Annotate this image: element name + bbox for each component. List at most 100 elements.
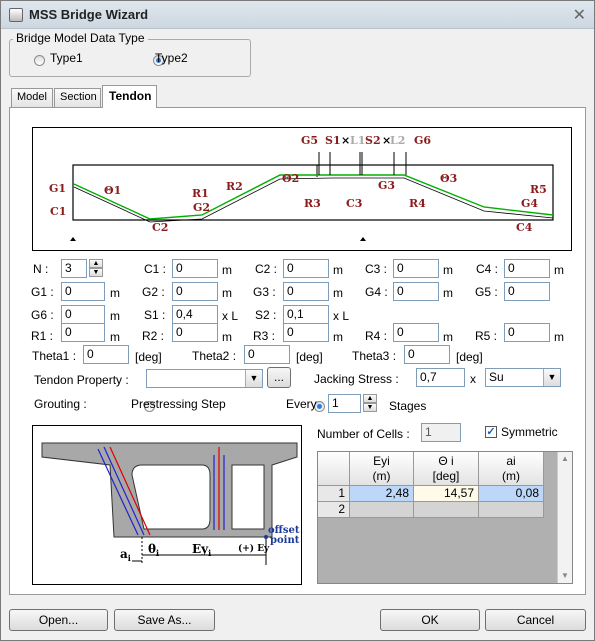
- C3-unit: m: [443, 263, 453, 277]
- dim-S2: S2: [365, 134, 381, 147]
- cell-eyi-2[interactable]: [350, 502, 414, 518]
- type2-label[interactable]: Type2: [155, 51, 188, 65]
- C4-unit: m: [554, 263, 564, 277]
- G5-input[interactable]: 0: [504, 282, 550, 301]
- C2-unit: m: [333, 263, 343, 277]
- section-offset-diagram: ai θi Eyi (+) Ey offset point: [32, 425, 302, 585]
- dim-S1: S1: [325, 134, 341, 147]
- theta2-input[interactable]: 0: [244, 345, 290, 364]
- every-stages-input[interactable]: 1: [328, 394, 361, 413]
- row-header-2[interactable]: 2: [318, 502, 350, 518]
- dim-L2: L2: [390, 134, 405, 147]
- R1-input[interactable]: 0: [61, 323, 105, 342]
- G4-input[interactable]: 0: [393, 282, 439, 301]
- col-header-eyi: Eyi (m): [350, 452, 414, 486]
- G1-input[interactable]: 0: [61, 282, 105, 301]
- table-scrollbar[interactable]: ▲ ▼: [557, 452, 572, 583]
- dim-R4: R4: [409, 197, 426, 210]
- theta3-input[interactable]: 0: [404, 345, 450, 364]
- save-as-button[interactable]: Save As...: [114, 609, 215, 631]
- R1-unit: m: [110, 330, 120, 344]
- symmetric-label[interactable]: Symmetric: [501, 425, 558, 439]
- theta1-input[interactable]: 0: [83, 345, 129, 364]
- cell-ai-1[interactable]: 0,08: [479, 486, 544, 502]
- R2-label: R2 :: [142, 329, 165, 343]
- G2-input[interactable]: 0: [172, 282, 218, 301]
- open-button[interactable]: Open...: [9, 609, 108, 631]
- dim-times1: ×: [341, 134, 350, 147]
- S2-unit: x L: [333, 309, 350, 323]
- type1-label[interactable]: Type1: [50, 51, 83, 65]
- R3-unit: m: [333, 330, 343, 344]
- G1-unit: m: [110, 286, 120, 300]
- R4-unit: m: [443, 330, 453, 344]
- cancel-button[interactable]: Cancel: [485, 609, 586, 631]
- scroll-up-icon[interactable]: ▲: [558, 452, 572, 466]
- C4-input[interactable]: 0: [504, 259, 550, 278]
- R3-label: R3 :: [253, 329, 276, 343]
- jacking-stress-label: Jacking Stress :: [314, 372, 399, 386]
- close-icon[interactable]: ✕: [573, 5, 586, 25]
- ok-button[interactable]: OK: [380, 609, 480, 631]
- grouting-label: Grouting :: [34, 397, 87, 411]
- dim-theta2: Θ2: [282, 172, 299, 185]
- S1-input[interactable]: 0,4: [172, 305, 218, 324]
- C3-input[interactable]: 0: [393, 259, 439, 278]
- cell-ai-2[interactable]: [479, 502, 544, 518]
- theta1-unit: [deg]: [135, 350, 162, 364]
- title-bar[interactable]: MSS Bridge Wizard ✕: [1, 1, 594, 29]
- tendon-property-browse-button[interactable]: ...: [267, 367, 291, 388]
- G1-label: G1 :: [31, 285, 54, 299]
- jacking-stress-input[interactable]: 0,7: [416, 368, 465, 387]
- tendon-property-label: Tendon Property :: [34, 373, 129, 387]
- cell-thetai-1[interactable]: 14,57: [414, 486, 479, 502]
- C1-input[interactable]: 0: [172, 259, 218, 278]
- R5-input[interactable]: 0: [504, 323, 550, 342]
- dim-G1: G1: [49, 182, 66, 195]
- dim-L1: L1: [350, 134, 365, 147]
- S2-input[interactable]: 0,1: [283, 305, 329, 324]
- G3-input[interactable]: 0: [283, 282, 329, 301]
- G2-label: G2 :: [142, 285, 165, 299]
- G6-unit: m: [110, 309, 120, 323]
- row-header-1[interactable]: 1: [318, 486, 350, 502]
- theta1-label: Theta1 :: [32, 349, 77, 363]
- R5-label: R5 :: [475, 329, 498, 343]
- R4-input[interactable]: 0: [393, 323, 439, 342]
- dim-R5: R5: [530, 183, 547, 196]
- scroll-down-icon[interactable]: ▼: [558, 569, 572, 583]
- tab-model[interactable]: Model: [11, 88, 53, 107]
- theta3-unit: [deg]: [456, 350, 483, 364]
- R3-input[interactable]: 0: [283, 323, 329, 342]
- dim-C2: C2: [152, 221, 168, 234]
- dialog-window: MSS Bridge Wizard ✕ Bridge Model Data Ty…: [0, 0, 595, 641]
- R2-unit: m: [222, 330, 232, 344]
- G3-unit: m: [333, 286, 343, 300]
- dim-G5: G5: [301, 134, 318, 147]
- col-header-ai: ai (m): [479, 452, 544, 486]
- app-icon: [9, 8, 23, 22]
- chevron-down-icon[interactable]: ▼: [245, 370, 262, 387]
- prestressing-step-label[interactable]: Prestressing Step: [131, 397, 226, 411]
- every-stages-spinner[interactable]: ▲ ▼: [363, 394, 377, 413]
- N-spinner[interactable]: ▲ ▼: [89, 259, 103, 278]
- N-input[interactable]: 3: [61, 259, 87, 278]
- cell-thetai-2[interactable]: [414, 502, 479, 518]
- dim-R3: R3: [304, 197, 321, 210]
- dim-G4: G4: [521, 197, 538, 210]
- cell-eyi-1[interactable]: 2,48: [350, 486, 414, 502]
- R2-input[interactable]: 0: [172, 323, 218, 342]
- R4-label: R4 :: [365, 329, 388, 343]
- dim-G3: G3: [378, 179, 395, 192]
- cells-input: 1: [421, 423, 461, 442]
- tab-section[interactable]: Section: [54, 88, 101, 107]
- G5-label: G5 :: [475, 285, 498, 299]
- symmetric-checkbox[interactable]: ✓: [485, 426, 497, 438]
- C2-input[interactable]: 0: [283, 259, 329, 278]
- dim-R2: R2: [226, 180, 243, 193]
- every-label[interactable]: Every: [286, 397, 317, 411]
- chevron-down-icon[interactable]: ▼: [543, 369, 560, 386]
- G6-input[interactable]: 0: [61, 305, 105, 324]
- tab-tendon[interactable]: Tendon: [102, 85, 157, 108]
- C2-label: C2 :: [255, 262, 278, 276]
